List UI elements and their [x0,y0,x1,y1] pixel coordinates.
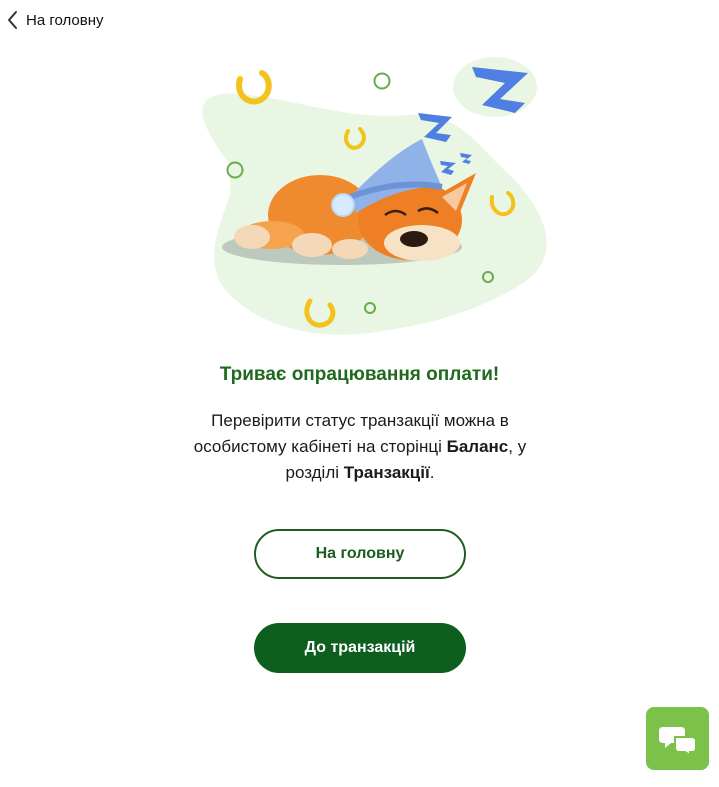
transactions-button[interactable]: До транзакцій [254,623,466,673]
status-title: Триває опрацювання оплати! [219,364,500,385]
home-button-label: На головну [315,545,405,562]
balance-link-text: Баланс [446,437,509,456]
back-link-label: На головну [26,11,104,29]
nightcap-pompom [331,193,355,217]
home-button[interactable]: На головну [254,529,466,579]
chat-button[interactable] [646,707,709,770]
fox-nose [400,231,428,247]
transactions-button-label: До транзакцій [304,639,416,656]
fox-paw [234,225,270,249]
sleeping-fox-illustration [202,57,547,335]
status-description-text: . [429,463,435,482]
ring-decoration [373,72,391,90]
fox-paw [292,233,332,257]
fox-paw [332,239,368,259]
status-description: Перевірити статус транзакції можна в осо… [170,408,550,486]
chat-bubbles-icon [658,726,697,755]
chevron-left-icon [8,11,17,29]
back-link[interactable]: На головну [6,10,104,30]
transactions-section-text: Транзакції [343,463,430,482]
